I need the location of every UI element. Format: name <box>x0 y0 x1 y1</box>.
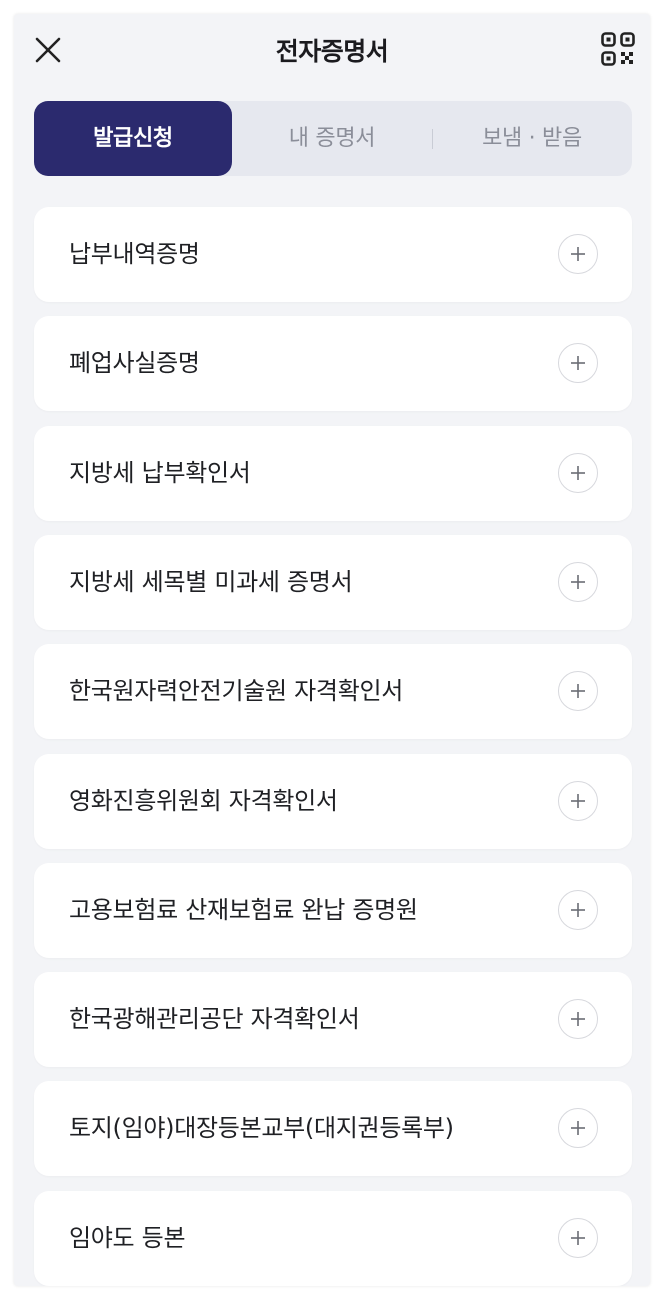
plus-icon <box>571 794 585 808</box>
certificate-item[interactable]: 폐업사실증명 <box>34 316 632 411</box>
certificate-item[interactable]: 영화진흥위원회 자격확인서 <box>34 754 632 849</box>
tab-apply[interactable]: 발급신청 <box>34 101 232 176</box>
certificate-label: 지방세 세목별 미과세 증명서 <box>69 568 353 596</box>
add-button[interactable] <box>558 671 598 711</box>
app-screen: 전자증명서 발급신청 내 증명서 보냄 · 받음 납부내역증명폐업사실증명지방세… <box>14 14 650 1286</box>
add-button[interactable] <box>558 890 598 930</box>
page-title: 전자증명서 <box>275 37 389 66</box>
qr-button[interactable] <box>600 31 636 67</box>
add-button[interactable] <box>558 1108 598 1148</box>
add-button[interactable] <box>558 234 598 274</box>
plus-icon <box>571 1231 585 1245</box>
certificate-label: 토지(임야)대장등본교부(대지권등록부) <box>69 1114 454 1142</box>
certificate-label: 폐업사실증명 <box>69 349 200 377</box>
add-button[interactable] <box>558 1218 598 1258</box>
plus-icon <box>571 684 585 698</box>
add-button[interactable] <box>558 343 598 383</box>
certificate-item[interactable]: 고용보험료 산재보험료 완납 증명원 <box>34 863 632 958</box>
certificate-label: 고용보험료 산재보험료 완납 증명원 <box>69 896 418 924</box>
plus-icon <box>571 1121 585 1135</box>
tab-sent-received[interactable]: 보냄 · 받음 <box>432 101 632 176</box>
tab-bar: 발급신청 내 증명서 보냄 · 받음 <box>34 101 632 176</box>
certificate-label: 납부내역증명 <box>69 240 200 268</box>
add-button[interactable] <box>558 781 598 821</box>
tab-my-certificates[interactable]: 내 증명서 <box>232 101 432 176</box>
qr-code-icon <box>601 32 635 66</box>
certificate-label: 영화진흥위원회 자격확인서 <box>69 787 338 815</box>
plus-icon <box>571 903 585 917</box>
plus-icon <box>571 466 585 480</box>
certificate-item[interactable]: 한국광해관리공단 자격확인서 <box>34 972 632 1067</box>
certificate-item[interactable]: 납부내역증명 <box>34 207 632 302</box>
certificate-item[interactable]: 지방세 납부확인서 <box>34 426 632 521</box>
certificate-label: 한국광해관리공단 자격확인서 <box>69 1005 360 1033</box>
certificate-label: 임야도 등본 <box>69 1224 186 1252</box>
add-button[interactable] <box>558 999 598 1039</box>
certificate-item[interactable]: 임야도 등본 <box>34 1191 632 1286</box>
certificate-item[interactable]: 지방세 세목별 미과세 증명서 <box>34 535 632 630</box>
certificate-label: 지방세 납부확인서 <box>69 459 251 487</box>
certificate-label: 한국원자력안전기술원 자격확인서 <box>69 677 404 705</box>
header: 전자증명서 <box>14 14 650 86</box>
add-button[interactable] <box>558 453 598 493</box>
add-button[interactable] <box>558 562 598 602</box>
plus-icon <box>571 356 585 370</box>
plus-icon <box>571 575 585 589</box>
plus-icon <box>571 247 585 261</box>
plus-icon <box>571 1012 585 1026</box>
certificate-item[interactable]: 한국원자력안전기술원 자격확인서 <box>34 644 632 739</box>
certificate-item[interactable]: 토지(임야)대장등본교부(대지권등록부) <box>34 1081 632 1176</box>
